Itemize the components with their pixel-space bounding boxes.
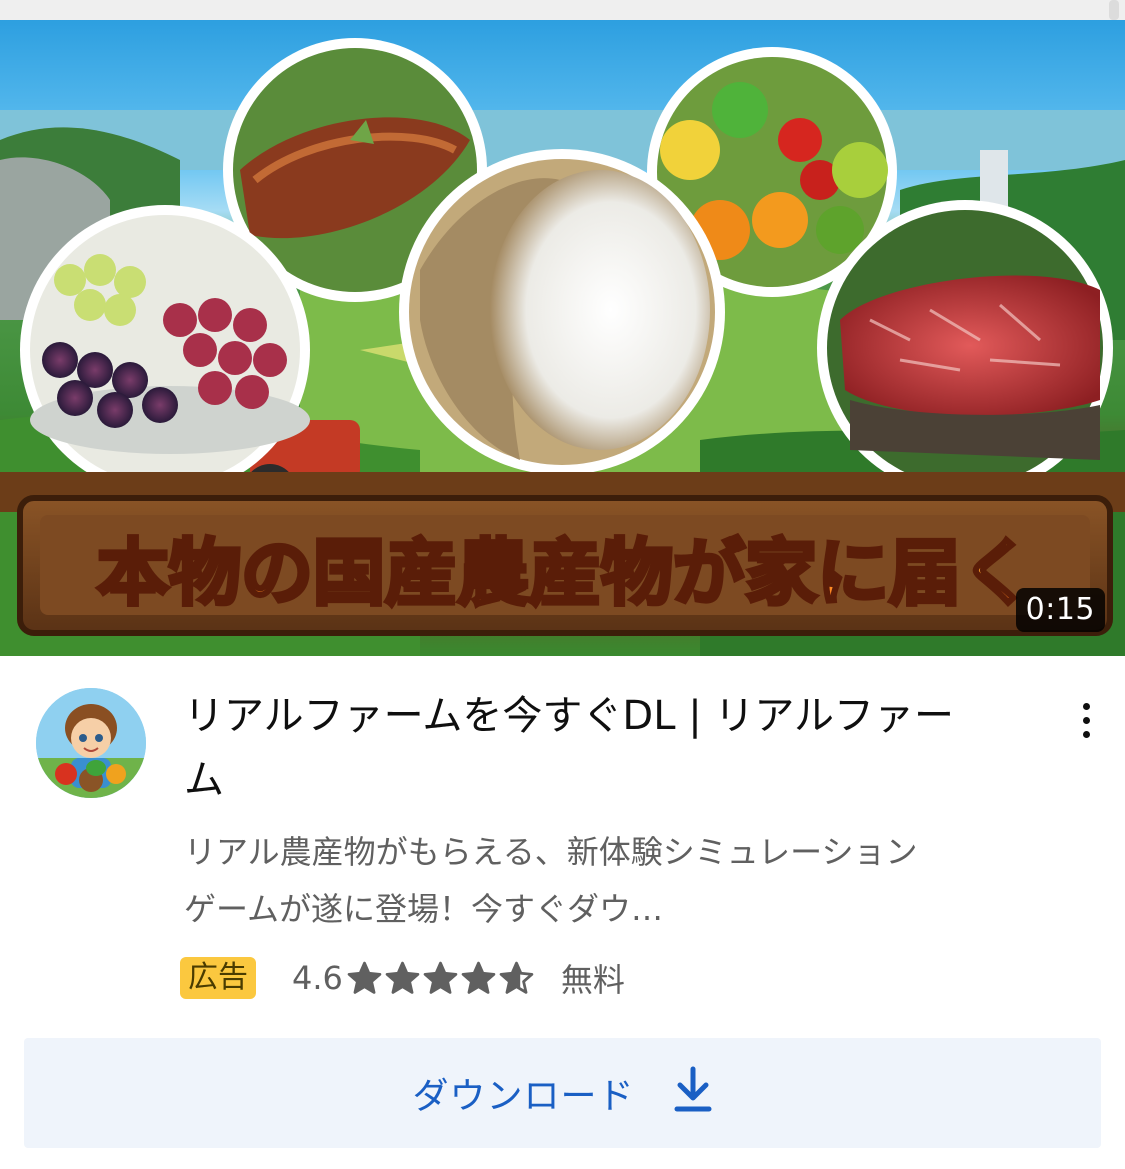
star-icon bbox=[499, 961, 534, 994]
download-button[interactable]: ダウンロード bbox=[24, 1038, 1101, 1148]
top-strip bbox=[0, 0, 1125, 20]
thumbnail-artwork: 本物の国産農産物が家に届く bbox=[0, 38, 1125, 656]
ad-badge: 広告 bbox=[180, 957, 256, 999]
star-icon bbox=[461, 961, 496, 994]
duration-badge: 0:15 bbox=[1015, 588, 1105, 632]
star-icon bbox=[423, 961, 458, 994]
more-vert-icon[interactable] bbox=[1068, 696, 1104, 744]
menu-dot bbox=[1082, 730, 1090, 738]
menu-dot bbox=[1082, 716, 1090, 724]
avatar-farmer-icon bbox=[36, 688, 146, 798]
download-icon bbox=[673, 1065, 713, 1122]
ad-description: リアル農産物がもらえる、新体験シミュレーションゲームが遂に登場！今すぐダウ… bbox=[184, 833, 918, 928]
scrollbar-thumb[interactable] bbox=[1109, 0, 1119, 20]
ad-title[interactable]: リアルファームを今すぐDL | リアルファーム bbox=[184, 684, 974, 812]
video-thumbnail[interactable]: 本物の国産農産物が家に届く 0:15 bbox=[0, 20, 1125, 656]
download-label: ダウンロード bbox=[412, 1076, 635, 1117]
banner-text: 本物の国産農産物が家に届く bbox=[97, 531, 1033, 615]
star-icon bbox=[385, 961, 420, 994]
channel-avatar[interactable] bbox=[36, 688, 146, 798]
ad-meta-row: 広告 4.6 無料 bbox=[180, 956, 625, 1000]
price-label: 無料 bbox=[560, 961, 625, 999]
star-rating bbox=[345, 960, 535, 997]
rating-value: 4.6 bbox=[292, 959, 343, 997]
menu-dot bbox=[1082, 702, 1090, 710]
star-icon bbox=[347, 961, 382, 994]
